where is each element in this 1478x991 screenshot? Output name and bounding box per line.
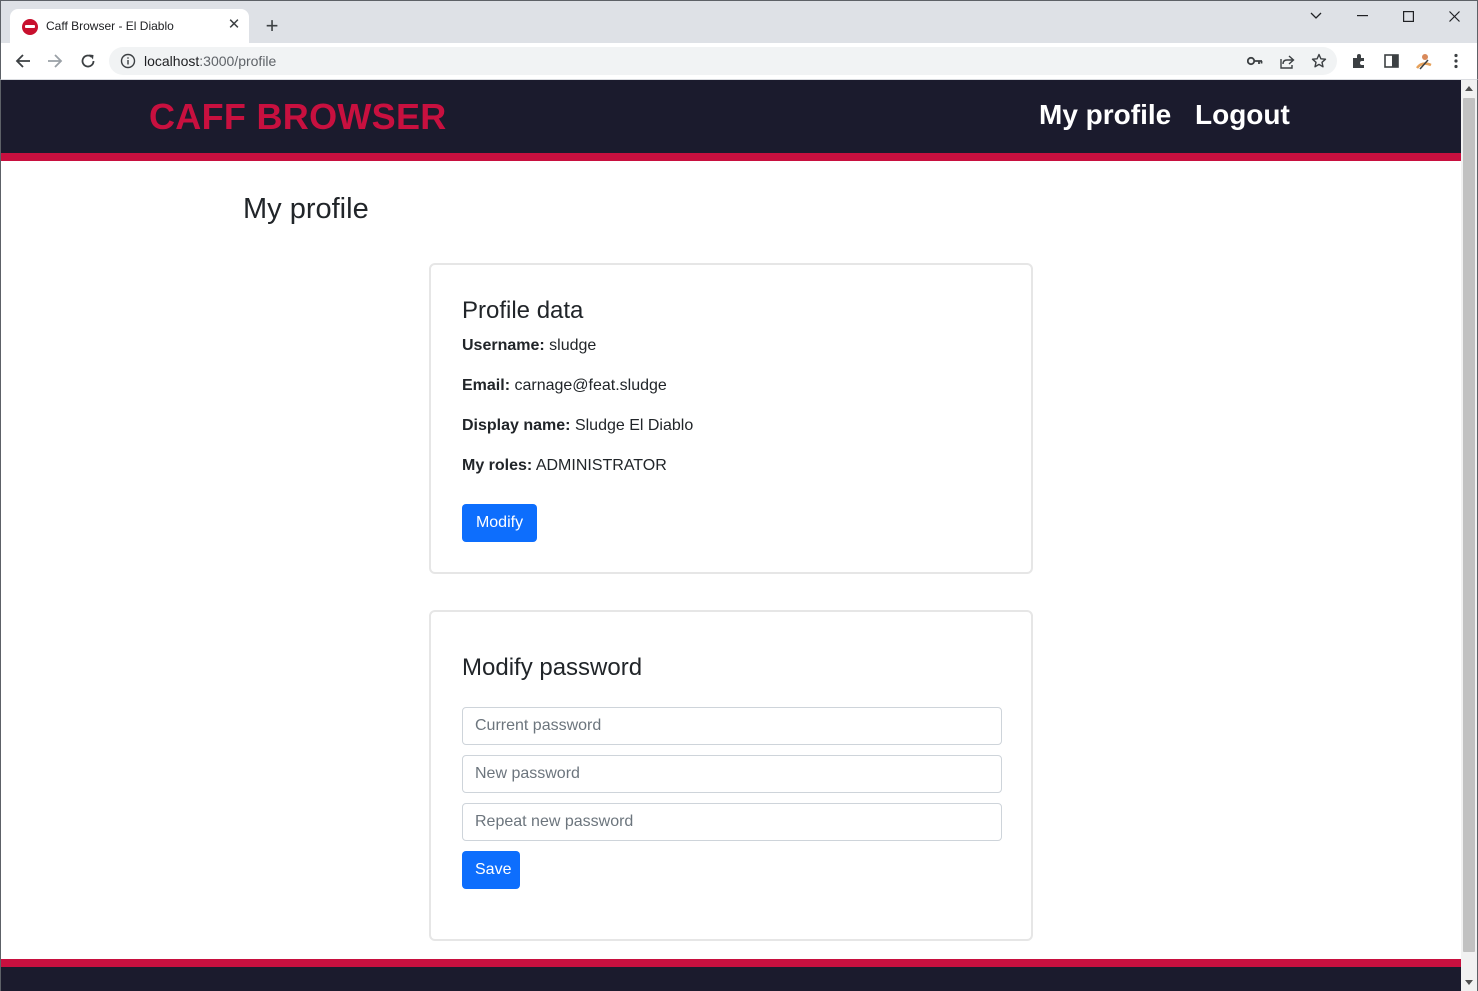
vertical-scrollbar[interactable] bbox=[1461, 80, 1477, 991]
caff-favicon-icon bbox=[22, 19, 38, 35]
display-name-row: Display name: Sludge El Diablo bbox=[462, 417, 693, 435]
browser-tab[interactable]: Caff Browser - El Diablo ✕ bbox=[10, 9, 249, 44]
username-value: sludge bbox=[549, 337, 597, 354]
profile-data-card: Profile data Username: sludge Email: car… bbox=[429, 263, 1033, 574]
minimize-icon[interactable] bbox=[1339, 1, 1385, 31]
nav-logout-link[interactable]: Logout bbox=[1195, 99, 1290, 131]
display-name-value: Sludge El Diablo bbox=[574, 417, 694, 434]
tab-title: Caff Browser - El Diablo bbox=[46, 19, 174, 33]
scrollbar-thumb[interactable] bbox=[1463, 98, 1475, 952]
forward-icon[interactable] bbox=[45, 51, 65, 71]
new-password-input[interactable] bbox=[462, 755, 1002, 793]
url-path: :3000/profile bbox=[199, 53, 277, 69]
bookmark-star-icon[interactable] bbox=[1310, 52, 1328, 70]
more-menu-icon[interactable] bbox=[1446, 51, 1466, 71]
url-host: localhost bbox=[144, 53, 200, 69]
username-row: Username: sludge bbox=[462, 337, 596, 355]
site-info-icon[interactable] bbox=[120, 53, 136, 69]
navbar-accent-line bbox=[1, 153, 1461, 161]
key-icon[interactable] bbox=[1246, 52, 1264, 70]
extensions-puzzle-icon[interactable] bbox=[1349, 51, 1369, 71]
repeat-password-input[interactable] bbox=[462, 803, 1002, 841]
scroll-down-arrow-icon[interactable] bbox=[1465, 980, 1473, 985]
scroll-up-arrow-icon[interactable] bbox=[1465, 86, 1473, 91]
new-tab-icon[interactable]: + bbox=[260, 14, 284, 38]
maximize-icon[interactable] bbox=[1385, 1, 1431, 31]
page-title: My profile bbox=[243, 193, 369, 225]
profile-card-title: Profile data bbox=[462, 297, 584, 324]
back-icon[interactable] bbox=[13, 51, 33, 71]
roles-value: ADMINISTRATOR bbox=[535, 457, 667, 474]
footer-accent-line bbox=[1, 959, 1461, 967]
modify-profile-button[interactable]: Modify bbox=[462, 504, 537, 542]
browser-titlebar: Caff Browser - El Diablo ✕ + bbox=[0, 0, 1478, 44]
display-name-label: Display name: bbox=[462, 417, 571, 434]
site-navbar: CAFF BROWSER My profile Logout bbox=[1, 80, 1461, 153]
username-label: Username: bbox=[462, 337, 545, 354]
save-password-button[interactable]: Save bbox=[462, 851, 520, 889]
email-label: Email: bbox=[462, 377, 511, 394]
current-password-input[interactable] bbox=[462, 707, 1002, 745]
email-value: carnage@feat.sludge bbox=[514, 377, 667, 394]
share-icon[interactable] bbox=[1278, 52, 1296, 70]
page-viewport: CAFF BROWSER My profile Logout My profil… bbox=[1, 80, 1461, 991]
browser-toolbar: localhost:3000/profile bbox=[0, 43, 1478, 80]
window-close-icon[interactable] bbox=[1431, 1, 1477, 31]
nav-my-profile-link[interactable]: My profile bbox=[1039, 99, 1171, 131]
roles-row: My roles: ADMINISTRATOR bbox=[462, 457, 667, 475]
close-tab-icon[interactable]: ✕ bbox=[225, 16, 243, 34]
roles-label: My roles: bbox=[462, 457, 533, 474]
reload-icon[interactable] bbox=[78, 51, 98, 71]
side-panel-icon[interactable] bbox=[1381, 51, 1401, 71]
site-footer bbox=[1, 967, 1461, 991]
modify-password-card: Modify password Save bbox=[429, 610, 1033, 941]
tab-search-icon[interactable] bbox=[1293, 1, 1339, 31]
email-row: Email: carnage@feat.sludge bbox=[462, 377, 667, 395]
address-bar[interactable]: localhost:3000/profile bbox=[109, 47, 1337, 75]
url-text[interactable]: localhost:3000/profile bbox=[144, 53, 276, 69]
password-card-title: Modify password bbox=[462, 654, 643, 681]
brand-logo[interactable]: CAFF BROWSER bbox=[149, 96, 447, 138]
profile-avatar-icon[interactable] bbox=[1414, 51, 1434, 71]
